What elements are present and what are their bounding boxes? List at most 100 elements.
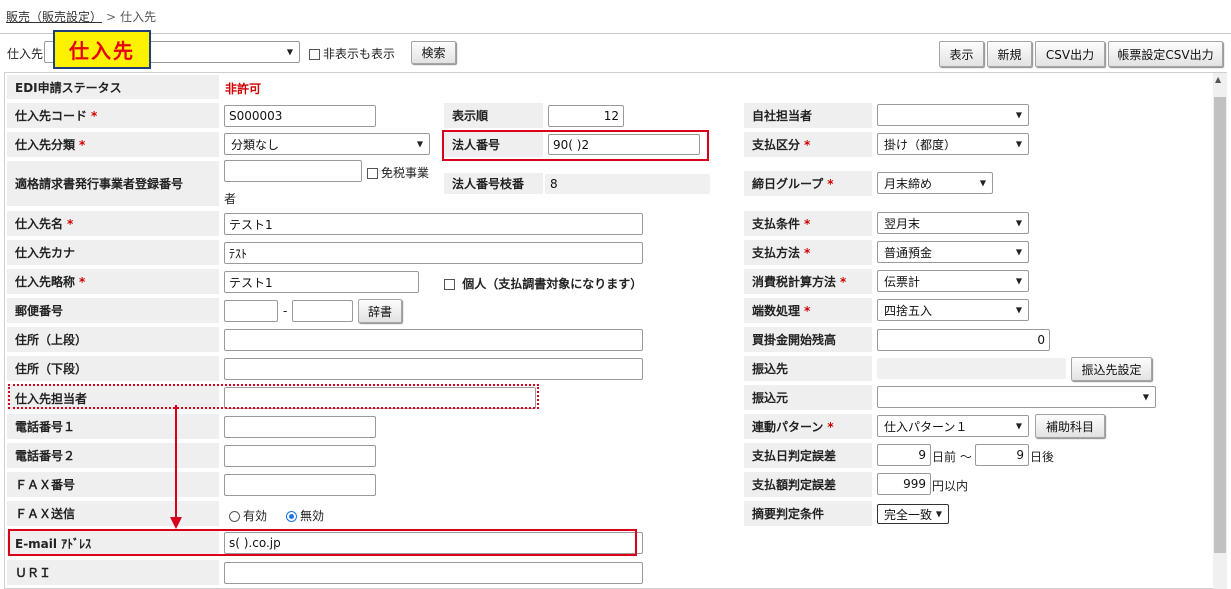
rounding-select[interactable]: 四捨五入 ▼ <box>877 299 1029 321</box>
checkbox-icon <box>444 279 455 290</box>
link-pattern-select[interactable]: 仕入パターン１ ▼ <box>877 415 1029 437</box>
summary-condition-select[interactable]: 完全一致 ▼ <box>877 504 949 524</box>
link-pattern-label: 連動パターン * <box>744 414 872 439</box>
sub-account-button[interactable]: 補助科目 <box>1035 414 1105 438</box>
fax-number-input[interactable] <box>224 474 376 496</box>
days-after-unit: 日後 <box>1030 450 1055 464</box>
phone2-input[interactable] <box>224 445 376 467</box>
tax-exempt-checkbox[interactable]: 免税事業 <box>367 164 429 181</box>
days-before-input[interactable]: 9 <box>877 444 931 466</box>
days-after-input[interactable]: 9 <box>975 444 1029 466</box>
show-hidden-checkbox[interactable]: 非表示も表示 <box>309 45 395 62</box>
tax-calc-label: 消費税計算方法 * <box>744 269 872 294</box>
supplier-kana-label: 仕入先カナ <box>7 240 219 265</box>
fax-send-disabled-radio[interactable]: 無効 <box>286 507 324 524</box>
postal-code-second-input[interactable] <box>292 300 353 322</box>
supplier-kana-input[interactable]: ﾃｽﾄ <box>224 242 643 264</box>
invoice-registration-input[interactable] <box>224 160 362 182</box>
phone2-label: 電話番号２ <box>7 443 219 468</box>
transfer-to-label: 振込先 <box>744 356 872 381</box>
transfer-from-label: 振込元 <box>744 385 872 410</box>
new-button[interactable]: 新規 <box>987 41 1032 67</box>
chevron-down-icon: ▼ <box>416 139 423 149</box>
payment-type-select[interactable]: 掛け（都度） ▼ <box>877 133 1029 155</box>
supplier-short-name-input[interactable]: テスト1 <box>224 271 419 293</box>
supplier-short-name-label: 仕入先略称 * <box>7 269 219 294</box>
payment-amount-tolerance-label: 支払額判定誤差 <box>744 472 872 497</box>
transfer-settings-button[interactable]: 振込先設定 <box>1071 357 1152 381</box>
scroll-up-icon[interactable]: ▲ <box>1215 75 1221 84</box>
opening-balance-label: 買掛金開始残高 <box>744 327 872 352</box>
display-order-label: 表示順 <box>444 103 543 128</box>
form-csv-export-button[interactable]: 帳票設定CSV出力 <box>1108 41 1223 67</box>
display-order-input[interactable]: 12 <box>548 105 624 127</box>
payment-terms-select[interactable]: 翌月末 ▼ <box>877 212 1029 234</box>
chevron-down-icon: ▼ <box>935 509 942 519</box>
postal-dash: - <box>283 304 288 318</box>
phone1-input[interactable] <box>224 416 376 438</box>
supplier-category-select[interactable]: 分類なし ▼ <box>224 133 430 155</box>
edi-status-label: EDI申請ステータス <box>7 75 219 99</box>
scrollbar-thumb[interactable] <box>1214 97 1226 553</box>
tax-calc-select[interactable]: 伝票計 ▼ <box>877 270 1029 292</box>
days-before-unit: 日前 ～ <box>932 450 972 464</box>
fax-send-enabled-label: 有効 <box>243 509 268 523</box>
postal-code-label: 郵便番号 <box>7 298 219 323</box>
summary-condition-label: 摘要判定条件 <box>744 501 872 526</box>
address-line2-input[interactable] <box>224 358 643 380</box>
url-label: ＵＲＩ <box>7 560 219 585</box>
show-hidden-label: 非表示も表示 <box>323 47 396 61</box>
radio-selected-icon <box>286 511 297 522</box>
fax-send-enabled-radio[interactable]: 有効 <box>229 507 267 524</box>
corporate-number-highlight <box>442 130 709 161</box>
transfer-from-select[interactable]: ▼ <box>877 386 1156 408</box>
closing-group-label: 締日グループ * <box>744 171 872 196</box>
search-button[interactable]: 検索 <box>411 41 456 64</box>
address-line1-input[interactable] <box>224 329 643 351</box>
chevron-down-icon: ▼ <box>1015 139 1022 149</box>
postal-code-first-input[interactable] <box>224 300 278 322</box>
payment-type-label: 支払区分 * <box>744 132 872 157</box>
transfer-to-value <box>877 358 1066 379</box>
fax-number-label: ＦＡＸ番号 <box>7 472 219 497</box>
company-staff-select[interactable]: ▼ <box>877 104 1029 126</box>
individual-checkbox[interactable]: 個人（支払調書対象になります） <box>444 275 642 292</box>
tax-exempt-label: 免税事業 <box>381 166 430 180</box>
payment-terms-label: 支払条件 * <box>744 211 872 236</box>
fax-send-label: ＦＡＸ送信 <box>7 501 219 526</box>
chevron-down-icon: ▼ <box>1015 276 1022 286</box>
chevron-down-icon: ▼ <box>1015 421 1022 431</box>
chevron-down-icon: ▼ <box>1142 392 1149 402</box>
payment-method-select[interactable]: 普通預金 ▼ <box>877 241 1029 263</box>
supplier-name-label: 仕入先名 * <box>7 211 219 236</box>
edi-status-value: 非許可 <box>225 82 262 96</box>
chevron-down-icon: ▼ <box>1015 218 1022 228</box>
csv-export-button[interactable]: CSV出力 <box>1035 41 1105 67</box>
display-button[interactable]: 表示 <box>939 41 984 67</box>
company-staff-label: 自社担当者 <box>744 103 872 128</box>
header-divider <box>0 33 1231 34</box>
breadcrumb: 販売（販売設定） > 仕入先 <box>6 8 156 25</box>
corporate-branch-value: 8 <box>545 174 710 194</box>
amount-tolerance-unit: 円以内 <box>932 479 969 493</box>
address-line1-label: 住所（上段） <box>7 327 219 352</box>
amount-tolerance-input[interactable]: 999 <box>877 473 931 495</box>
fax-send-disabled-label: 無効 <box>300 509 325 523</box>
payment-method-label: 支払方法 * <box>744 240 872 265</box>
closing-group-select[interactable]: 月末締め ▼ <box>877 172 993 194</box>
phone1-label: 電話番号１ <box>7 414 219 439</box>
url-input[interactable] <box>224 562 643 584</box>
supplier-name-input[interactable]: テスト1 <box>224 213 643 235</box>
individual-label: 個人（支払調書対象になります） <box>462 277 643 291</box>
breadcrumb-parent-link[interactable]: 販売（販売設定） <box>6 10 102 24</box>
payment-date-tolerance-label: 支払日判定誤差 <box>744 443 872 468</box>
chevron-down-icon: ▼ <box>979 178 986 188</box>
contact-highlight <box>8 384 539 409</box>
supplier-code-input[interactable]: S000003 <box>224 105 376 127</box>
opening-balance-input[interactable]: 0 <box>877 329 1050 351</box>
email-highlight <box>8 529 637 556</box>
chevron-down-icon: ▼ <box>1015 305 1022 315</box>
checkbox-icon <box>309 49 320 60</box>
supplier-code-label: 仕入先コード * <box>7 103 219 128</box>
dictionary-button[interactable]: 辞書 <box>358 299 402 323</box>
